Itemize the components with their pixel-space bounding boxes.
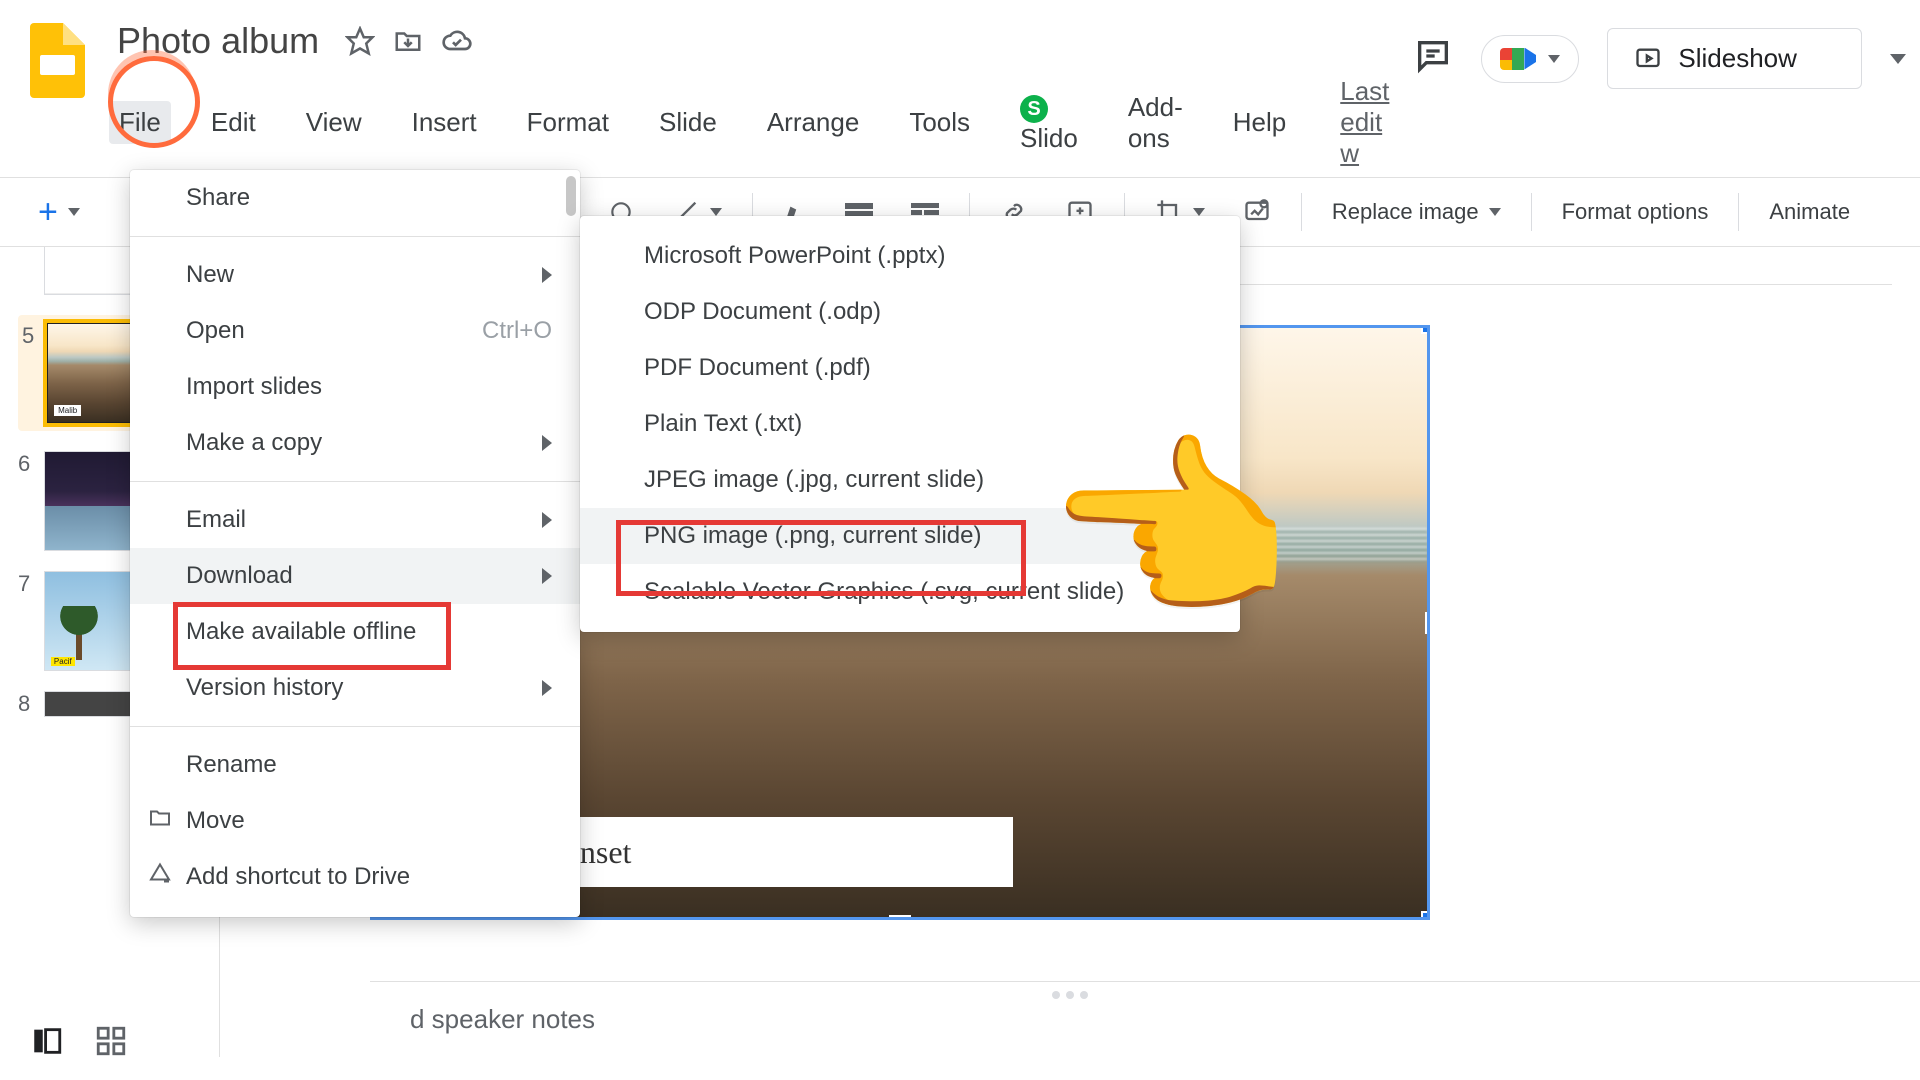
- chevron-down-icon: [1489, 208, 1501, 216]
- chevron-right-icon: [542, 512, 552, 528]
- file-menu-dropdown: Share New OpenCtrl+O Import slides Make …: [130, 170, 580, 917]
- format-options-button[interactable]: Format options: [1554, 193, 1717, 231]
- slideshow-label: Slideshow: [1678, 43, 1797, 74]
- folder-icon: [148, 806, 172, 837]
- annotation-circle-file: [108, 56, 200, 148]
- file-menu-make-a-copy[interactable]: Make a copy: [130, 415, 580, 471]
- slideshow-dropdown-icon[interactable]: [1890, 54, 1906, 64]
- file-menu-import-slides[interactable]: Import slides: [130, 359, 580, 415]
- replace-image-button[interactable]: Replace image: [1324, 193, 1509, 231]
- view-switcher: [30, 1024, 128, 1064]
- file-menu-move[interactable]: Move: [130, 793, 580, 849]
- star-icon[interactable]: [345, 26, 375, 56]
- chevron-down-icon: [710, 208, 722, 216]
- meet-button[interactable]: [1481, 35, 1579, 83]
- file-menu-share[interactable]: Share: [130, 170, 580, 226]
- slideshow-button[interactable]: Slideshow: [1607, 28, 1862, 89]
- last-edit-link[interactable]: Last edit w: [1340, 76, 1389, 169]
- menu-insert[interactable]: Insert: [402, 101, 487, 144]
- new-slide-button[interactable]: +: [30, 187, 88, 238]
- filmstrip-view-icon[interactable]: [30, 1024, 64, 1064]
- menu-bar: File Edit View Insert Format Slide Arran…: [109, 68, 1389, 177]
- title-bar: Photo album File Edit View Insert Format…: [0, 0, 1920, 177]
- download-pdf[interactable]: PDF Document (.pdf): [580, 340, 1240, 396]
- file-menu-download[interactable]: Download: [130, 548, 580, 604]
- slides-logo-icon: [30, 23, 85, 98]
- chevron-down-icon: [1193, 208, 1205, 216]
- grid-view-icon[interactable]: [94, 1024, 128, 1064]
- file-menu-add-shortcut[interactable]: Add shortcut to Drive: [130, 849, 580, 905]
- thumb-number: 8: [18, 691, 36, 717]
- file-menu-version-history[interactable]: Version history: [130, 660, 580, 716]
- download-pptx[interactable]: Microsoft PowerPoint (.pptx): [580, 228, 1240, 284]
- chevron-down-icon: [1548, 55, 1560, 63]
- drive-shortcut-icon: [148, 862, 172, 893]
- chevron-right-icon: [542, 680, 552, 696]
- thumb-number: 7: [18, 571, 36, 597]
- file-menu-open[interactable]: OpenCtrl+O: [130, 303, 580, 359]
- cloud-saved-icon[interactable]: [441, 25, 473, 57]
- menu-tools[interactable]: Tools: [899, 101, 980, 144]
- menu-help[interactable]: Help: [1223, 101, 1296, 144]
- pager-dots: [1052, 991, 1088, 999]
- menu-slide[interactable]: Slide: [649, 101, 727, 144]
- menu-arrange[interactable]: Arrange: [757, 101, 870, 144]
- menu-edit[interactable]: Edit: [201, 101, 266, 144]
- comments-icon[interactable]: [1413, 36, 1453, 82]
- thumb-number: 6: [18, 451, 36, 477]
- mask-image-button[interactable]: [1235, 192, 1279, 232]
- file-menu-new[interactable]: New: [130, 247, 580, 303]
- download-odp[interactable]: ODP Document (.odp): [580, 284, 1240, 340]
- animate-button[interactable]: Animate: [1761, 193, 1858, 231]
- annotation-pointing-hand-icon: 👉: [1050, 432, 1299, 632]
- chevron-right-icon: [542, 267, 552, 283]
- file-menu-rename[interactable]: Rename: [130, 737, 580, 793]
- chevron-right-icon: [542, 435, 552, 451]
- menu-view[interactable]: View: [296, 101, 372, 144]
- chevron-right-icon: [542, 568, 552, 584]
- thumb-number: 5: [22, 323, 39, 349]
- header-actions: Slideshow: [1413, 18, 1906, 89]
- move-to-folder-icon[interactable]: [393, 26, 423, 56]
- menu-slido[interactable]: SSlido: [1010, 85, 1088, 161]
- speaker-notes[interactable]: d speaker notes: [370, 981, 1920, 1057]
- chevron-down-icon: [68, 208, 80, 216]
- menu-addons[interactable]: Add-ons: [1118, 86, 1193, 160]
- google-meet-icon: [1500, 44, 1536, 74]
- slido-icon: S: [1020, 95, 1048, 123]
- file-menu-make-available-offline[interactable]: Make available offline: [130, 604, 580, 660]
- file-menu-email[interactable]: Email: [130, 492, 580, 548]
- menu-format[interactable]: Format: [517, 101, 619, 144]
